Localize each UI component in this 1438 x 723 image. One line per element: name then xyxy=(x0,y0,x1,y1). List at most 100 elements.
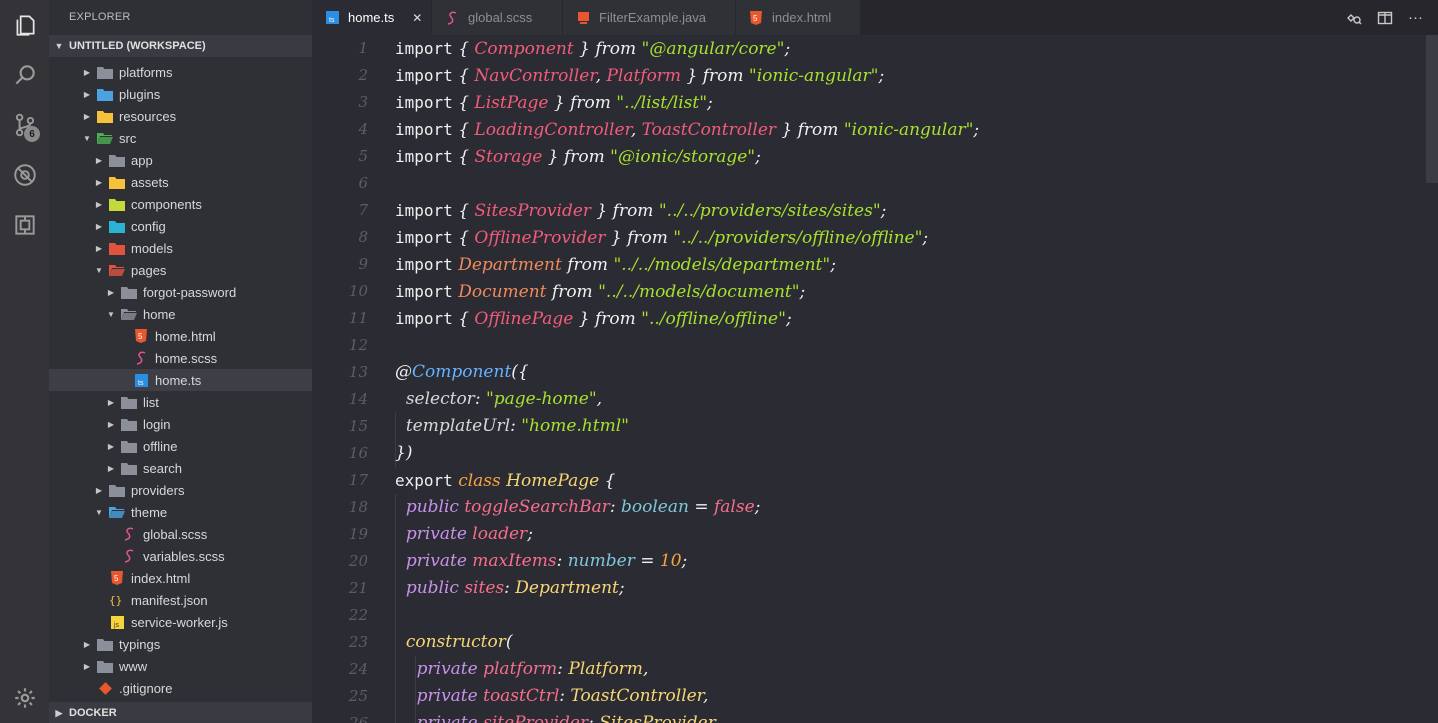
code-line[interactable]: import { OfflineProvider } from "../../p… xyxy=(395,224,979,251)
code-line[interactable]: import { Component } from "@angular/core… xyxy=(395,35,979,62)
tree-folder[interactable]: ▶ list xyxy=(49,391,312,413)
code-line[interactable]: private platform: Platform, xyxy=(395,656,979,683)
code-line[interactable]: private toastCtrl: ToastController, xyxy=(395,683,979,710)
code-line[interactable]: import Department from "../../models/dep… xyxy=(395,251,979,278)
chevron-right-icon[interactable]: ▶ xyxy=(81,640,93,649)
vertical-scrollbar-thumb[interactable] xyxy=(1426,35,1438,183)
extensions-icon[interactable] xyxy=(0,200,49,250)
code-line[interactable]: public toggleSearchBar: boolean = false; xyxy=(395,494,979,521)
code-line[interactable]: import { LoadingController, ToastControl… xyxy=(395,116,979,143)
tree-file[interactable]: .gitignore xyxy=(49,677,312,699)
code-lines[interactable]: import { Component } from "@angular/core… xyxy=(395,35,979,723)
tree-folder[interactable]: ▶ search xyxy=(49,457,312,479)
code-token: , xyxy=(713,713,720,723)
chevron-right-icon[interactable]: ▶ xyxy=(93,222,105,231)
code-line[interactable]: import Document from "../../models/docum… xyxy=(395,278,979,305)
chevron-down-icon[interactable]: ▼ xyxy=(81,134,93,143)
code-line[interactable]: }) xyxy=(395,440,979,467)
chevron-down-icon[interactable]: ▼ xyxy=(93,508,105,517)
tab-home-ts[interactable]: ts home.ts ✕ xyxy=(312,0,431,35)
code-line[interactable] xyxy=(395,332,979,359)
source-control-icon[interactable] xyxy=(0,100,49,150)
chevron-right-icon[interactable]: ▶ xyxy=(93,200,105,209)
more-actions-icon[interactable]: ··· xyxy=(1407,9,1424,26)
settings-gear-icon[interactable] xyxy=(0,673,49,723)
docker-section-header[interactable]: ▶ DOCKER xyxy=(49,702,312,723)
code-line[interactable]: import { SitesProvider } from "../../pro… xyxy=(395,197,979,224)
close-icon[interactable]: ✕ xyxy=(412,11,422,25)
tab-global-scss[interactable]: global.scss xyxy=(432,0,562,35)
chevron-right-icon[interactable]: ▶ xyxy=(105,464,117,473)
chevron-right-icon[interactable]: ▶ xyxy=(105,288,117,297)
code-line[interactable]: private siteProvider: SitesProvider, xyxy=(395,710,979,723)
tree-folder[interactable]: ▶ typings xyxy=(49,633,312,655)
code-line[interactable] xyxy=(395,602,979,629)
tree-folder[interactable]: ▶ config xyxy=(49,215,312,237)
tree-folder[interactable]: ▶ models xyxy=(49,237,312,259)
html-file-icon: 5 xyxy=(109,571,125,585)
code-line[interactable]: import { Storage } from "@ionic/storage"… xyxy=(395,143,979,170)
code-line[interactable]: templateUrl: "home.html" xyxy=(395,413,979,440)
code-line[interactable]: import { OfflinePage } from "../offline/… xyxy=(395,305,979,332)
code-line[interactable]: constructor( xyxy=(395,629,979,656)
code-line[interactable]: private maxItems: number = 10; xyxy=(395,548,979,575)
chevron-down-icon[interactable]: ▼ xyxy=(93,266,105,275)
code-line[interactable]: public sites: Department; xyxy=(395,575,979,602)
code-editor[interactable]: 1 2 3 4 5 6 7 8 9 10 11 12 13 14 15 16 17 18 19 20 21 22 23 24 2… xyxy=(312,35,1438,723)
code-line[interactable] xyxy=(395,170,979,197)
explorer-icon[interactable] xyxy=(0,0,49,50)
tree-file[interactable]: 5 index.html xyxy=(49,567,312,589)
tree-file[interactable]: js service-worker.js xyxy=(49,611,312,633)
tree-file[interactable]: home.scss xyxy=(49,347,312,369)
search-icon[interactable] xyxy=(0,50,49,100)
code-line[interactable]: import { ListPage } from "../list/list"; xyxy=(395,89,979,116)
tree-file[interactable]: global.scss xyxy=(49,523,312,545)
tree-folder[interactable]: ▶ assets xyxy=(49,171,312,193)
tree-folder[interactable]: ▶ forgot-password xyxy=(49,281,312,303)
debug-icon[interactable] xyxy=(0,150,49,200)
chevron-right-icon[interactable]: ▶ xyxy=(93,156,105,165)
tree-folder[interactable]: ▶ login xyxy=(49,413,312,435)
chevron-right-icon[interactable]: ▶ xyxy=(105,420,117,429)
code-token: import xyxy=(395,93,453,112)
code-line[interactable]: private loader; xyxy=(395,521,979,548)
tree-folder[interactable]: ▶ platforms xyxy=(49,61,312,83)
tree-file[interactable]: ts home.ts xyxy=(49,369,312,391)
tree-folder[interactable]: ▼ theme xyxy=(49,501,312,523)
code-line[interactable]: @Component({ xyxy=(395,359,979,386)
chevron-right-icon[interactable]: ▶ xyxy=(93,178,105,187)
tab-index-html[interactable]: 5 index.html xyxy=(736,0,860,35)
open-changes-icon[interactable] xyxy=(1345,9,1362,26)
chevron-right-icon[interactable]: ▶ xyxy=(81,112,93,121)
chevron-right-icon[interactable]: ▶ xyxy=(105,398,117,407)
chevron-right-icon[interactable]: ▶ xyxy=(105,442,117,451)
tree-folder[interactable]: ▶ www xyxy=(49,655,312,677)
tree-file[interactable]: 5 home.html xyxy=(49,325,312,347)
tree-folder[interactable]: ▶ offline xyxy=(49,435,312,457)
tree-folder[interactable]: ▶ components xyxy=(49,193,312,215)
tree-file[interactable]: variables.scss xyxy=(49,545,312,567)
chevron-right-icon[interactable]: ▶ xyxy=(81,662,93,671)
code-line[interactable]: import { NavController, Platform } from … xyxy=(395,62,979,89)
tree-folder[interactable]: ▶ providers xyxy=(49,479,312,501)
tree-folder[interactable]: ▼ home xyxy=(49,303,312,325)
tree-folder[interactable]: ▶ app xyxy=(49,149,312,171)
chevron-right-icon[interactable]: ▶ xyxy=(93,486,105,495)
tree-file[interactable]: {} manifest.json xyxy=(49,589,312,611)
tree-folder[interactable]: ▶ resources xyxy=(49,105,312,127)
tree-folder[interactable]: ▼ src xyxy=(49,127,312,149)
code-token: } xyxy=(573,309,595,329)
chevron-right-icon[interactable]: ▶ xyxy=(81,68,93,77)
workspace-section-header[interactable]: ▼ UNTITLED (WORKSPACE) xyxy=(49,35,312,57)
tree-folder[interactable]: ▶ plugins xyxy=(49,83,312,105)
tree-folder[interactable]: ▼ pages xyxy=(49,259,312,281)
code-line[interactable]: selector: "page-home", xyxy=(395,386,979,413)
chevron-right-icon[interactable]: ▶ xyxy=(81,90,93,99)
chevron-down-icon[interactable]: ▼ xyxy=(105,310,117,319)
tab-filterexample-java[interactable]: FilterExample.java xyxy=(563,0,735,35)
chevron-right-icon[interactable]: ▶ xyxy=(93,244,105,253)
split-editor-icon[interactable] xyxy=(1376,9,1393,26)
code-line[interactable]: export class HomePage { xyxy=(395,467,979,494)
